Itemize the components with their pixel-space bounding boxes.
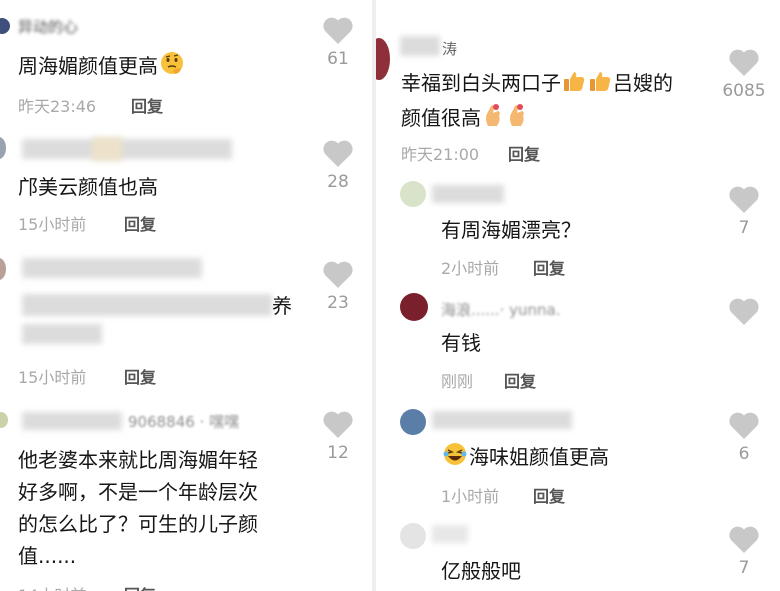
comment-item: 养 15小时前 回复 23 [0,248,372,398]
like-button[interactable]: 61 [308,16,368,69]
avatar[interactable] [0,412,8,428]
finger-heart-icon [482,102,504,137]
thumbs-up-icon [562,69,586,102]
comment-time: 昨天23:46 [18,97,97,116]
avatar[interactable] [0,258,6,280]
right-comment-column: 涛 幸福到白头两口子 吕嫂的 颜值很高 昨天21:00 回复 6085 有周海媚漂… [376,0,780,591]
avatar[interactable] [0,18,10,34]
comment-username[interactable]: 异动的心 [18,16,78,37]
like-button[interactable]: 28 [308,139,368,192]
comment-time: 1小时前 [441,487,500,506]
like-count: 6085 [722,81,766,101]
blurred-username [432,525,468,543]
comment-text-tail: 养 [272,294,292,318]
reply-item: 海浪......· yunna. 有钱 刚刚 回复 [376,285,780,403]
comment-time: 15小时前 [18,215,87,234]
heart-icon [729,412,759,439]
comment-text: 海味姐颜值更高 [441,441,609,476]
comment-text: 他老婆本来就比周海媚年轻 好多啊，不是一个年龄层次 的怎么比了？可生的儿子颜 值… [18,448,258,568]
comment-item: 9068846 · 嘿嘿 他老婆本来就比周海媚年轻 好多啊，不是一个年龄层次 的… [0,398,372,591]
comment-username[interactable]: 9068846 · 嘿嘿 [128,411,239,432]
like-button[interactable]: 6085 [714,48,774,101]
reply-button[interactable]: 回复 [508,141,540,165]
blurred-username [22,412,122,430]
comment-text: 幸福到白头两口子 吕嫂的 颜值很高 [401,67,721,137]
avatar[interactable] [400,181,426,207]
avatar[interactable] [400,409,426,435]
comment-time: 15小时前 [18,368,87,387]
comment-item: 异动的心 周海媚颜值更高 昨天23:46 回复 61 [0,0,372,125]
comment-time: 昨天21:00 [401,145,480,164]
thumbs-up-icon [588,69,612,102]
comment-time: 2小时前 [441,259,500,278]
avatar[interactable] [400,293,428,321]
blurred-username [400,36,440,56]
comment-text: 亿般般吧 [441,559,521,583]
comment-time: 14小时前 [18,582,86,591]
like-count: 12 [327,443,349,463]
comment-text: 有周海媚漂亮？ [441,218,581,242]
heart-icon [729,298,759,325]
reply-item: 亿般般吧 7 [376,513,780,591]
comment-item: 涛 幸福到白头两口子 吕嫂的 颜值很高 昨天21:00 回复 6085 [376,0,780,175]
blurred-username [92,137,122,161]
reply-button[interactable]: 回复 [533,255,565,279]
heart-icon [323,411,353,438]
comment-text: 邝美云颜值也高 [18,175,158,199]
avatar[interactable] [400,523,426,549]
heart-icon [729,49,759,76]
like-button[interactable] [714,297,774,330]
heart-icon [729,186,759,213]
reply-button[interactable]: 回复 [504,368,536,392]
reply-item: 海味姐颜值更高 1小时前 回复 6 [376,403,780,513]
like-count: 28 [327,172,349,192]
reply-button[interactable]: 回复 [124,364,156,388]
thinking-face-icon [159,50,187,85]
blurred-text [22,294,272,316]
reply-button[interactable]: 回复 [131,93,163,117]
like-button[interactable]: 6 [714,411,774,464]
blurred-username [22,139,232,159]
comment-username[interactable]: 海浪......· yunna. [441,299,561,320]
comment-time: 刚刚 [441,372,474,391]
heart-icon [323,17,353,44]
like-button[interactable]: 23 [308,260,368,313]
like-count: 61 [327,49,349,69]
heart-icon [323,261,353,288]
heart-icon [323,140,353,167]
blurred-username [432,185,504,203]
like-button[interactable]: 12 [308,410,368,463]
heart-icon [729,526,759,553]
laughing-face-icon [442,441,468,476]
comment-username[interactable]: 涛 [442,38,457,59]
like-count: 6 [738,444,750,464]
like-count: 7 [738,218,750,238]
reply-item: 有周海媚漂亮？ 2小时前 回复 7 [376,175,780,285]
blurred-text [22,324,102,344]
reply-button[interactable]: 回复 [124,211,156,235]
reply-button[interactable]: 回复 [533,483,565,507]
comment-item: 邝美云颜值也高 15小时前 回复 28 [0,125,372,248]
like-count: 7 [738,558,750,578]
like-count: 23 [327,293,349,313]
left-comment-column: 异动的心 周海媚颜值更高 昨天23:46 回复 61 邝美云颜值也高 15小时前… [0,0,372,591]
comment-text: 周海媚颜值更高 [18,50,188,85]
comment-text: 有钱 [441,331,481,355]
blurred-username [22,258,202,278]
like-button[interactable]: 7 [714,525,774,578]
reply-button[interactable]: 回复 [124,582,156,591]
finger-heart-icon [506,102,528,137]
like-button[interactable]: 7 [714,185,774,238]
blurred-username [432,411,572,429]
avatar[interactable] [376,38,390,80]
avatar[interactable] [0,137,6,159]
